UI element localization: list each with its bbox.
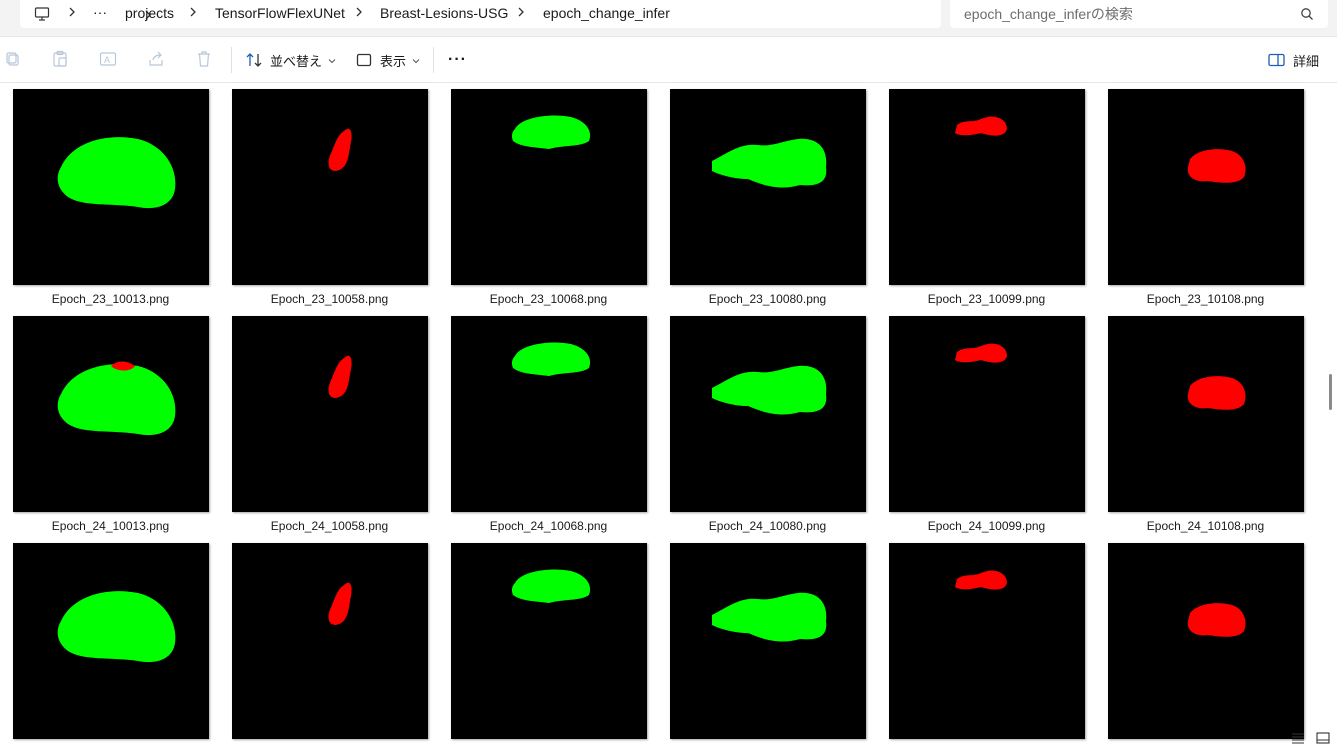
address-bar[interactable]: ··· projects TensorFlowFlexUNet Breast-L… xyxy=(20,0,941,28)
segmentation-mask-image xyxy=(451,543,647,739)
view-button[interactable]: 表示 xyxy=(356,48,420,72)
address-bar-row: ··· projects TensorFlowFlexUNet Breast-L… xyxy=(0,0,1337,36)
view-label: 表示 xyxy=(380,53,407,69)
breadcrumb-overflow[interactable]: ··· xyxy=(93,4,107,20)
file-name-label[interactable]: Epoch_23_10080.png xyxy=(658,292,877,306)
file-thumbnail[interactable] xyxy=(889,543,1085,739)
breadcrumb-epoch-change-infer[interactable]: epoch_change_infer xyxy=(543,5,670,21)
file-name-label[interactable]: Epoch_24_10058.png xyxy=(220,519,439,533)
toolbar-divider xyxy=(433,47,434,73)
segmentation-mask-image xyxy=(889,89,1085,285)
more-icon: ··· xyxy=(448,51,467,68)
file-thumbnail[interactable] xyxy=(451,89,647,285)
rename-icon[interactable]: A xyxy=(99,50,117,68)
chevron-right-icon xyxy=(188,5,198,22)
segmentation-mask-image xyxy=(13,316,209,512)
segmentation-mask-image xyxy=(1108,89,1304,285)
file-thumbnail[interactable] xyxy=(1108,89,1304,285)
segmentation-mask-image xyxy=(451,316,647,512)
segmentation-mask-image xyxy=(451,89,647,285)
file-name-label[interactable]: Epoch_23_10068.png xyxy=(439,292,658,306)
file-name-label[interactable]: Epoch_24_10099.png xyxy=(877,519,1096,533)
search-box[interactable] xyxy=(950,0,1328,28)
file-name-label[interactable]: Epoch_23_10013.png xyxy=(1,292,220,306)
file-thumbnail[interactable] xyxy=(670,316,866,512)
more-options-button[interactable]: ··· xyxy=(448,48,467,72)
file-thumbnail[interactable] xyxy=(889,89,1085,285)
file-thumbnail[interactable] xyxy=(889,316,1085,512)
large-icons-view-icon[interactable] xyxy=(1316,731,1330,744)
share-icon[interactable] xyxy=(147,50,165,68)
file-name-label[interactable]: Epoch_23_10058.png xyxy=(220,292,439,306)
computer-icon[interactable] xyxy=(34,6,50,22)
file-thumbnail[interactable] xyxy=(232,543,428,739)
file-thumbnail[interactable] xyxy=(1108,543,1304,739)
file-thumbnail[interactable] xyxy=(1108,316,1304,512)
details-view-icon[interactable] xyxy=(1291,731,1305,744)
chevron-right-icon xyxy=(67,5,77,22)
segmentation-mask-image xyxy=(1108,316,1304,512)
details-pane-icon xyxy=(1268,53,1285,67)
segmentation-mask-image xyxy=(670,89,866,285)
breadcrumb-breast-lesions-usg[interactable]: Breast-Lesions-USG xyxy=(380,5,508,21)
chevron-right-icon xyxy=(354,5,364,22)
file-name-label[interactable]: Epoch_24_10068.png xyxy=(439,519,658,533)
file-name-label[interactable]: Epoch_23_10108.png xyxy=(1096,292,1315,306)
segmentation-mask-image xyxy=(889,316,1085,512)
delete-icon[interactable] xyxy=(195,50,213,68)
file-thumbnail[interactable] xyxy=(670,89,866,285)
sort-label: 並べ替え xyxy=(270,53,323,69)
segmentation-mask-image xyxy=(232,316,428,512)
chevron-right-icon xyxy=(516,5,526,22)
toolbar-divider xyxy=(231,47,232,73)
segmentation-mask-image xyxy=(232,543,428,739)
breadcrumb-tensorflowflexunet[interactable]: TensorFlowFlexUNet xyxy=(215,5,345,21)
file-thumbnail[interactable] xyxy=(232,89,428,285)
copy-icon[interactable] xyxy=(4,50,22,68)
file-name-label[interactable]: Epoch_24_10108.png xyxy=(1096,519,1315,533)
file-thumbnail[interactable] xyxy=(232,316,428,512)
file-thumbnail[interactable] xyxy=(451,316,647,512)
file-thumbnail[interactable] xyxy=(13,316,209,512)
vertical-scrollbar[interactable] xyxy=(1329,374,1332,410)
segmentation-mask-image xyxy=(670,543,866,739)
chevron-down-icon xyxy=(328,53,336,68)
file-thumbnail[interactable] xyxy=(670,543,866,739)
sort-icon xyxy=(245,51,263,69)
breadcrumb-projects[interactable]: projects xyxy=(125,5,174,21)
file-name-label[interactable]: Epoch_24_10013.png xyxy=(1,519,220,533)
segmentation-mask-image xyxy=(13,89,209,285)
chevron-down-icon xyxy=(412,53,420,68)
file-name-label[interactable]: Epoch_24_10080.png xyxy=(658,519,877,533)
svg-text:A: A xyxy=(104,55,110,65)
search-icon[interactable] xyxy=(1300,7,1314,21)
paste-icon[interactable] xyxy=(51,50,69,68)
command-bar: A 並べ替え 表示 ··· 詳細 xyxy=(0,36,1337,83)
view-icon xyxy=(356,52,372,68)
segmentation-mask-image xyxy=(889,543,1085,739)
details-label: 詳細 xyxy=(1293,53,1320,69)
file-thumbnail[interactable] xyxy=(13,543,209,739)
segmentation-mask-image xyxy=(1108,543,1304,739)
segmentation-mask-image xyxy=(670,316,866,512)
file-thumbnail[interactable] xyxy=(13,89,209,285)
segmentation-mask-image xyxy=(232,89,428,285)
search-input[interactable] xyxy=(964,6,1284,22)
file-thumbnail[interactable] xyxy=(451,543,647,739)
details-pane-button[interactable]: 詳細 xyxy=(1268,48,1319,72)
segmentation-mask-image xyxy=(13,543,209,739)
sort-button[interactable]: 並べ替え xyxy=(245,48,336,72)
file-name-label[interactable]: Epoch_23_10099.png xyxy=(877,292,1096,306)
